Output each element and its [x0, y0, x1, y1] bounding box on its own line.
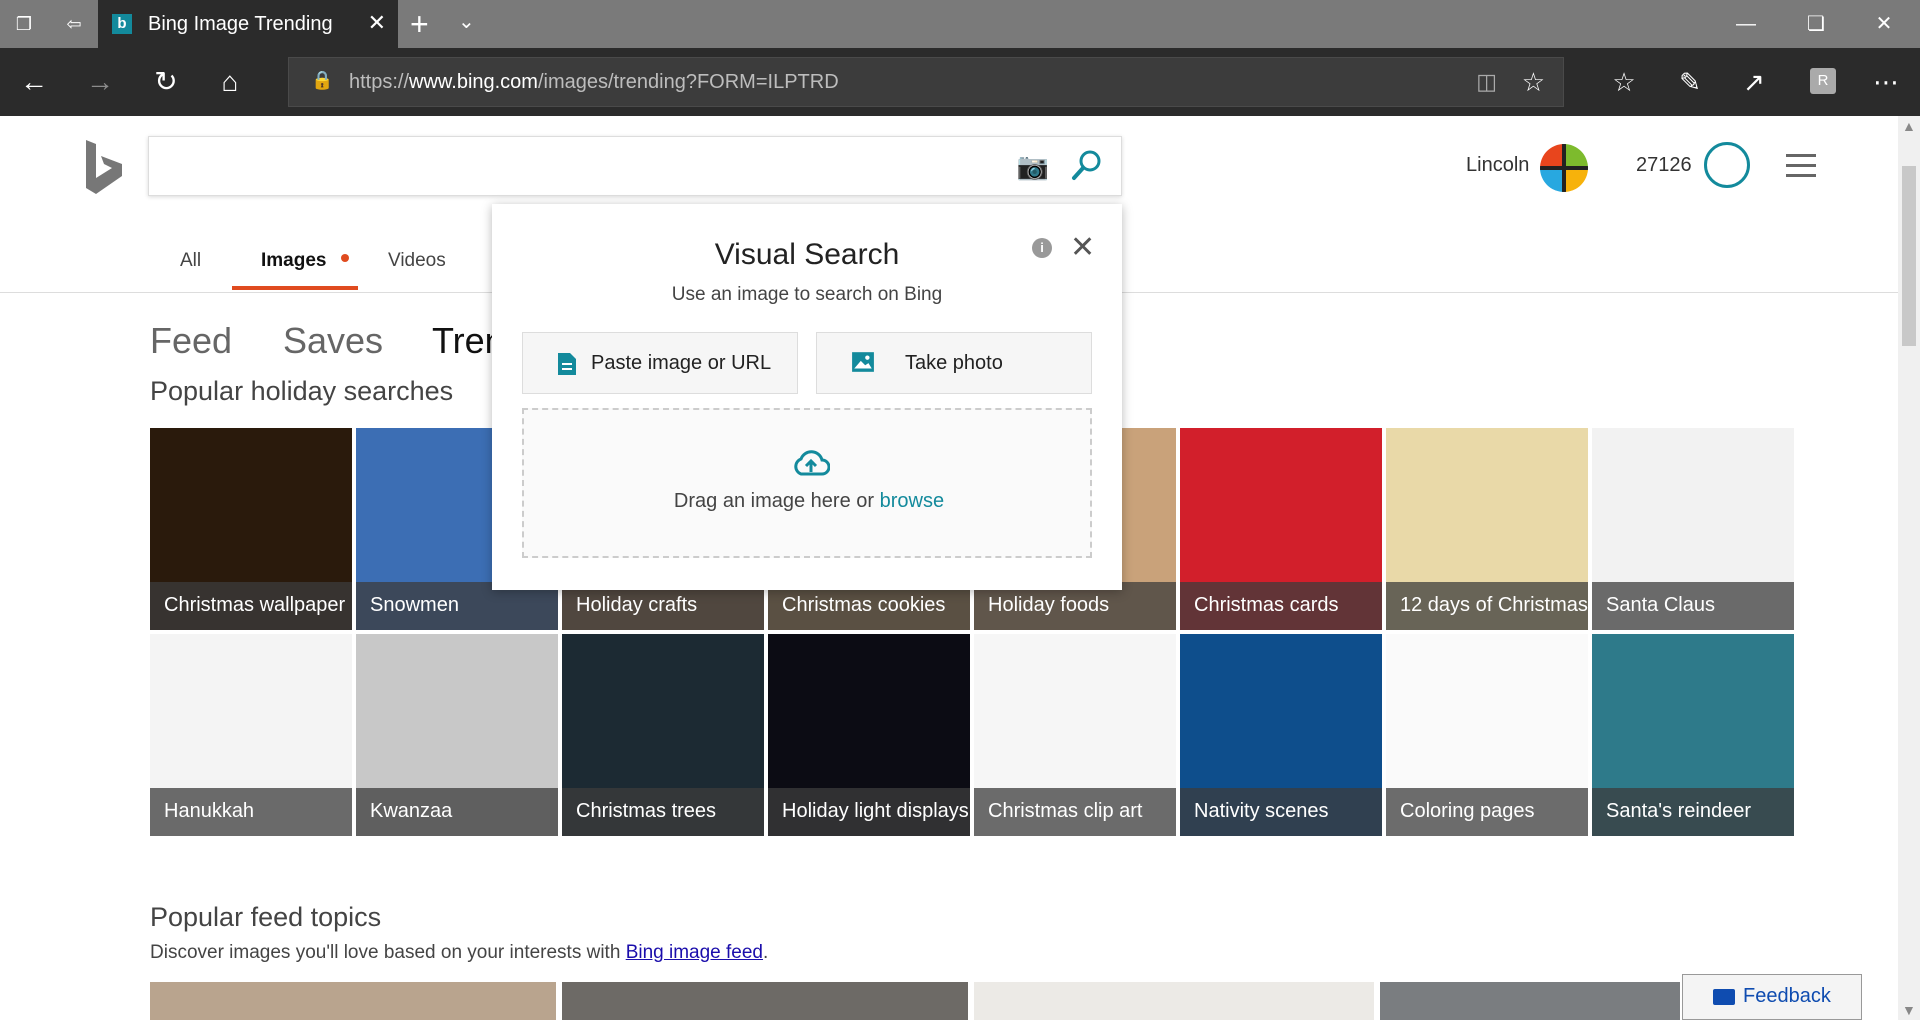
- scope-images[interactable]: Images: [261, 250, 326, 272]
- close-icon[interactable]: ✕: [1070, 230, 1095, 265]
- hamburger-menu-icon[interactable]: [1786, 154, 1816, 178]
- scope-all[interactable]: All: [180, 250, 201, 272]
- info-icon[interactable]: i: [1032, 238, 1052, 258]
- rewards-points[interactable]: 27126: [1636, 154, 1692, 177]
- image-icon: [852, 352, 874, 372]
- feedback-button[interactable]: Feedback: [1682, 974, 1862, 1020]
- image-tile-caption: Christmas trees: [562, 788, 764, 836]
- search-icon[interactable]: [1069, 147, 1105, 183]
- image-tile-caption: Coloring pages: [1386, 788, 1588, 836]
- vertical-scrollbar[interactable]: ▲ ▼: [1898, 116, 1920, 1020]
- image-tile-caption: Christmas cards: [1180, 582, 1382, 630]
- extension-icon[interactable]: R: [1810, 68, 1836, 94]
- image-tile[interactable]: Kwanzaa: [356, 634, 558, 836]
- take-photo-button[interactable]: Take photo: [816, 332, 1092, 394]
- image-tile[interactable]: Christmas trees: [562, 634, 764, 836]
- image-tile-caption: Kwanzaa: [356, 788, 558, 836]
- image-tile[interactable]: Christmas wallpaper: [150, 428, 352, 630]
- avatar[interactable]: [1540, 144, 1588, 192]
- scroll-down-icon[interactable]: ▼: [1902, 1002, 1916, 1018]
- close-tab-icon[interactable]: ✕: [368, 10, 386, 36]
- feed-topic-tile[interactable]: [974, 982, 1374, 1020]
- image-tile[interactable]: Hanukkah: [150, 634, 352, 836]
- image-tile-caption: Christmas wallpaper: [150, 582, 352, 630]
- set-aside-tabs-icon[interactable]: ❐: [10, 10, 38, 38]
- bing-favicon-icon: b: [112, 14, 132, 34]
- search-input[interactable]: 📷: [148, 136, 1122, 196]
- image-tile-caption: Holiday light displays: [768, 788, 970, 836]
- lock-icon: 🔒: [311, 70, 334, 90]
- back-icon[interactable]: ←: [16, 64, 52, 100]
- restore-tabs-icon[interactable]: ⇦: [60, 10, 88, 38]
- drop-zone-text: Drag an image here or browse: [673, 490, 945, 512]
- image-tile[interactable]: Christmas cards: [1180, 428, 1382, 630]
- image-tile-caption: Christmas clip art: [974, 788, 1176, 836]
- bing-image-feed-link[interactable]: Bing image feed: [626, 942, 763, 963]
- more-menu-icon[interactable]: ⋯: [1866, 62, 1906, 102]
- image-tile-caption: Santa's reindeer: [1592, 788, 1794, 836]
- image-tile[interactable]: Santa Claus: [1592, 428, 1794, 630]
- camera-visual-search-icon[interactable]: 📷: [1017, 151, 1049, 182]
- visual-search-title: Visual Search: [714, 238, 900, 271]
- minimize-icon[interactable]: —: [1726, 10, 1766, 38]
- add-favorite-star-icon[interactable]: ☆: [1522, 67, 1545, 98]
- page-content: 📷 Lincoln 27126 All Images Videos Feed S…: [0, 116, 1898, 1020]
- scroll-thumb[interactable]: [1902, 166, 1916, 346]
- paste-image-url-button[interactable]: Paste image or URL: [522, 332, 798, 394]
- scope-videos[interactable]: Videos: [388, 250, 446, 272]
- favorites-hub-icon[interactable]: ☆: [1604, 62, 1644, 102]
- paste-image-url-label: Paste image or URL: [591, 352, 772, 374]
- url-field[interactable]: 🔒 https://www.bing.com/images/trending?F…: [288, 57, 1564, 107]
- bing-logo-icon[interactable]: [84, 138, 124, 198]
- scope-images-dot-icon: [341, 254, 349, 262]
- cloud-upload-icon: [794, 450, 830, 476]
- feedback-label: Feedback: [1743, 985, 1831, 1007]
- address-bar-row: ← → ↻ ⌂ 🔒 https://www.bing.com/images/tr…: [0, 48, 1920, 116]
- image-tile-caption: Nativity scenes: [1180, 788, 1382, 836]
- username[interactable]: Lincoln: [1466, 154, 1529, 177]
- tab-list-chevron-icon[interactable]: ⌄: [458, 9, 475, 34]
- reading-view-icon[interactable]: ◫: [1476, 69, 1497, 95]
- tab-title: Bing Image Trending: [148, 13, 333, 35]
- feed-topic-tile[interactable]: [1380, 982, 1680, 1020]
- scope-active-underline: [232, 286, 358, 290]
- web-note-pen-icon[interactable]: ✎: [1670, 62, 1710, 102]
- feed-topic-tile[interactable]: [150, 982, 556, 1020]
- rewards-medal-icon[interactable]: [1704, 142, 1750, 188]
- share-icon[interactable]: ↗: [1734, 62, 1774, 102]
- refresh-icon[interactable]: ↻: [148, 64, 184, 100]
- home-icon[interactable]: ⌂: [212, 64, 248, 100]
- browser-tab[interactable]: b Bing Image Trending ✕: [98, 0, 398, 48]
- image-tile[interactable]: Santa's reindeer: [1592, 634, 1794, 836]
- feed-topic-tile[interactable]: [562, 982, 968, 1020]
- browse-link[interactable]: browse: [880, 490, 944, 512]
- restore-window-icon[interactable]: ❏: [1796, 10, 1836, 38]
- url-text: https://www.bing.com/images/trending?FOR…: [349, 71, 839, 93]
- feed-section-title: Popular feed topics: [150, 902, 382, 932]
- close-window-icon[interactable]: ✕: [1864, 10, 1904, 38]
- image-tile-caption: Santa Claus: [1592, 582, 1794, 630]
- subnav-feed[interactable]: Feed: [150, 320, 232, 362]
- image-tile-caption: 12 days of Christmas: [1386, 582, 1588, 630]
- take-photo-label: Take photo: [905, 352, 1003, 374]
- new-tab-icon[interactable]: +: [410, 6, 429, 43]
- feed-section-subtitle: Discover images you'll love based on you…: [150, 942, 769, 963]
- subnav-saves[interactable]: Saves: [283, 320, 383, 362]
- feedback-icon: [1713, 989, 1735, 1005]
- holiday-section-title: Popular holiday searches: [150, 376, 454, 406]
- visual-search-popup: Visual Search Use an image to search on …: [492, 204, 1122, 590]
- image-drop-zone[interactable]: Drag an image here or browse: [522, 408, 1092, 558]
- image-tile[interactable]: Christmas clip art: [974, 634, 1176, 836]
- image-tile[interactable]: 12 days of Christmas: [1386, 428, 1588, 630]
- browser-titlebar: ❐ ⇦ b Bing Image Trending ✕ + ⌄ — ❏ ✕: [0, 0, 1920, 48]
- document-icon: [558, 353, 576, 375]
- visual-search-subtitle: Use an image to search on Bing: [671, 284, 943, 305]
- image-tile-caption: Hanukkah: [150, 788, 352, 836]
- image-tile[interactable]: Coloring pages: [1386, 634, 1588, 836]
- scroll-up-icon[interactable]: ▲: [1902, 118, 1916, 134]
- image-tile[interactable]: Nativity scenes: [1180, 634, 1382, 836]
- forward-icon[interactable]: →: [82, 64, 118, 100]
- image-tile[interactable]: Holiday light displays: [768, 634, 970, 836]
